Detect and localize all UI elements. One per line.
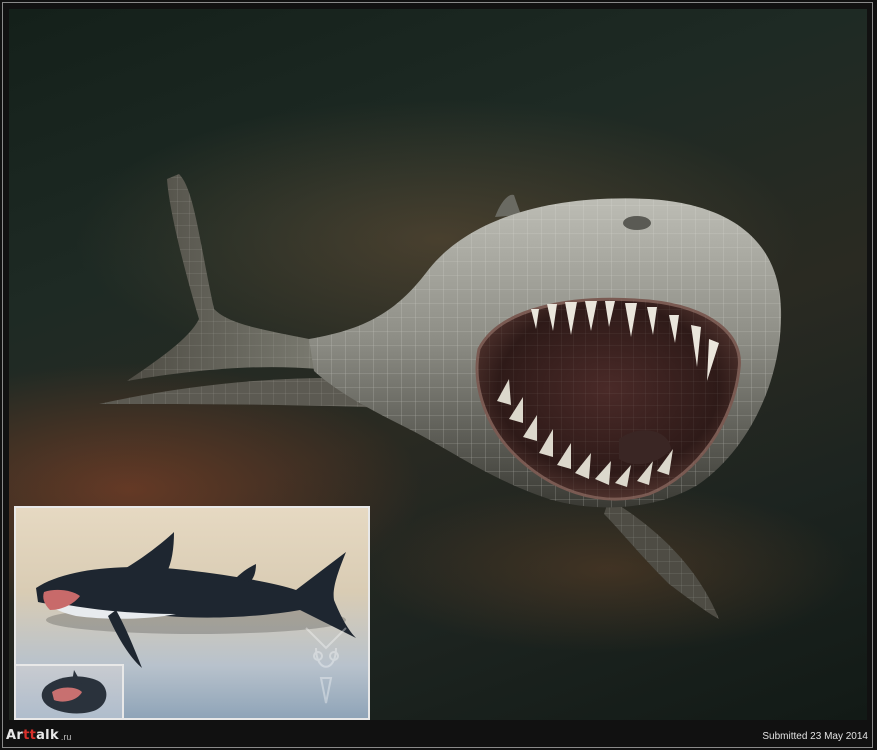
shark-pectoral-fin-right [604,499,719,619]
artist-logo-watermark [305,627,347,704]
arttalk-logo: Arttalk .ru [6,726,71,744]
inset-shark-image [14,506,370,720]
shark-eye [623,216,651,230]
brand-name: Arttalk [6,727,59,743]
submitted-date-label: Submitted 23 May 2014 [762,731,868,742]
artwork-frame: Arttalk .ru Submitted 23 May 2014 [0,0,877,750]
shark-tail [127,174,319,381]
inset-small-thumbnail [16,664,124,718]
shark-front-thumbnail [41,670,107,714]
brand-tld: .ru [60,731,72,742]
